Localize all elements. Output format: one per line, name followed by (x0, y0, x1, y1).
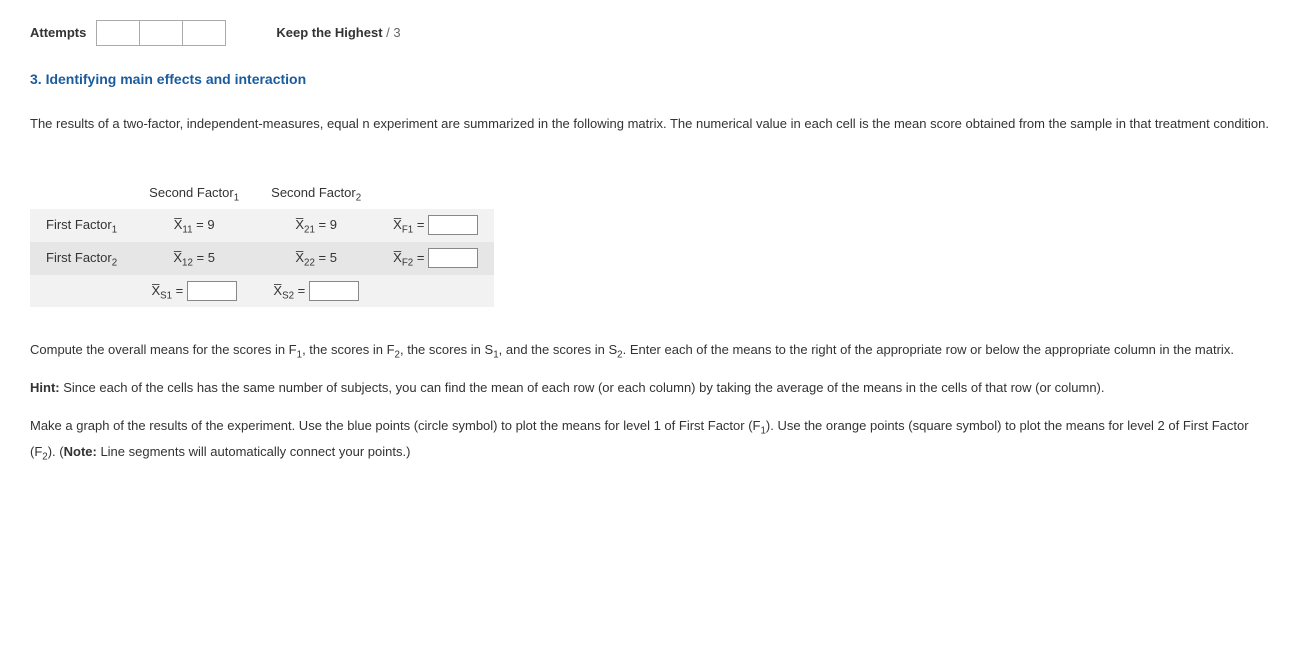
intro-paragraph: The results of a two-factor, independent… (30, 111, 1273, 137)
compute-paragraph: Compute the overall means for the scores… (30, 337, 1273, 363)
marginal-xf1: X̅F1 = (377, 209, 494, 242)
attempts-bar: Attempts Keep the Highest / 3 (30, 20, 1273, 46)
input-xs2[interactable] (309, 281, 359, 301)
marginal-xf2: X̅F2 = (377, 242, 494, 275)
attempt-box-3[interactable] (182, 20, 226, 46)
keep-highest-count: / 3 (383, 25, 401, 40)
cell-x11: X̅11 = 9 (133, 209, 255, 242)
attempt-box-1[interactable] (96, 20, 140, 46)
hint-paragraph: Hint: Since each of the cells has the sa… (30, 375, 1273, 401)
attempt-boxes (96, 20, 226, 46)
input-xs1[interactable] (187, 281, 237, 301)
attempts-label: Attempts (30, 21, 86, 46)
hint-label: Hint: (30, 380, 60, 395)
matrix: Second Factor1 Second Factor2 First Fact… (30, 177, 1273, 308)
keep-highest-text: Keep the Highest (276, 25, 382, 40)
graph-paragraph: Make a graph of the results of the exper… (30, 413, 1273, 465)
cell-x22: X̅22 = 5 (255, 242, 377, 275)
cell-x12: X̅12 = 5 (133, 242, 255, 275)
note-label: Note: (64, 444, 97, 459)
table-row: X̅S1 = X̅S2 = (30, 275, 494, 308)
table-row: First Factor1 X̅11 = 9 X̅21 = 9 X̅F1 = (30, 209, 494, 242)
attempt-box-2[interactable] (139, 20, 183, 46)
input-xf1[interactable] (428, 215, 478, 235)
marginal-xs1: X̅S1 = (133, 275, 255, 308)
col-header-s2: Second Factor2 (255, 177, 377, 210)
table-row: First Factor2 X̅12 = 5 X̅22 = 5 X̅F2 = (30, 242, 494, 275)
row-header-f1: First Factor1 (30, 209, 133, 242)
input-xf2[interactable] (428, 248, 478, 268)
marginal-xs2: X̅S2 = (255, 275, 377, 308)
cell-x21: X̅21 = 9 (255, 209, 377, 242)
question-title: 3. Identifying main effects and interact… (30, 66, 1273, 93)
row-header-f2: First Factor2 (30, 242, 133, 275)
col-header-s1: Second Factor1 (133, 177, 255, 210)
keep-highest-label: Keep the Highest / 3 (276, 21, 400, 46)
